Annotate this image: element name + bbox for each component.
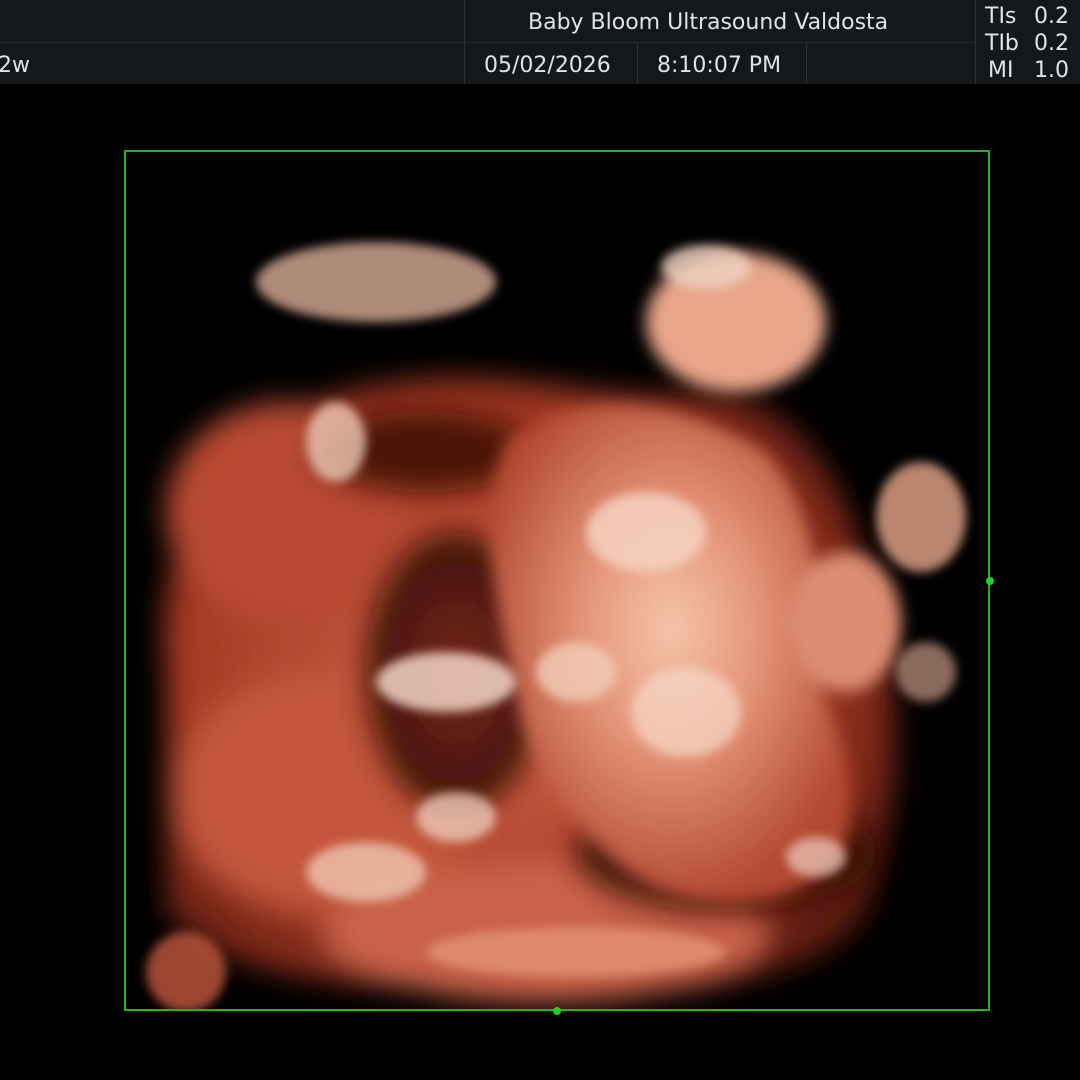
header-cell-divider [806, 42, 807, 84]
header-cell-divider [464, 0, 465, 84]
header-cell-divider [637, 42, 638, 84]
index-label-tis: TIs [985, 4, 1017, 29]
index-value-mi: 1.0 [1034, 58, 1069, 83]
ultrasound-screen: 2w Baby Bloom Ultrasound Valdosta 05/02/… [0, 0, 1080, 1080]
gestation-fragment: 2w [0, 53, 30, 78]
index-value-tib: 0.2 [1034, 31, 1069, 56]
roi-right-handle[interactable] [986, 577, 994, 585]
header-divider [0, 42, 975, 43]
exam-date: 05/02/2026 [484, 53, 611, 78]
clinic-name: Baby Bloom Ultrasound Valdosta [528, 10, 889, 35]
index-label-mi: MI [988, 58, 1014, 83]
index-label-tib: TIb [985, 31, 1019, 56]
index-value-tis: 0.2 [1034, 4, 1069, 29]
exam-time: 8:10:07 PM [657, 53, 782, 78]
roi-bottom-handle[interactable] [553, 1007, 561, 1015]
fetal-3d-render [146, 242, 966, 1009]
header-bar: 2w Baby Bloom Ultrasound Valdosta 05/02/… [0, 0, 1080, 84]
render-viewport[interactable] [124, 150, 990, 1011]
header-cell-divider [975, 0, 976, 84]
